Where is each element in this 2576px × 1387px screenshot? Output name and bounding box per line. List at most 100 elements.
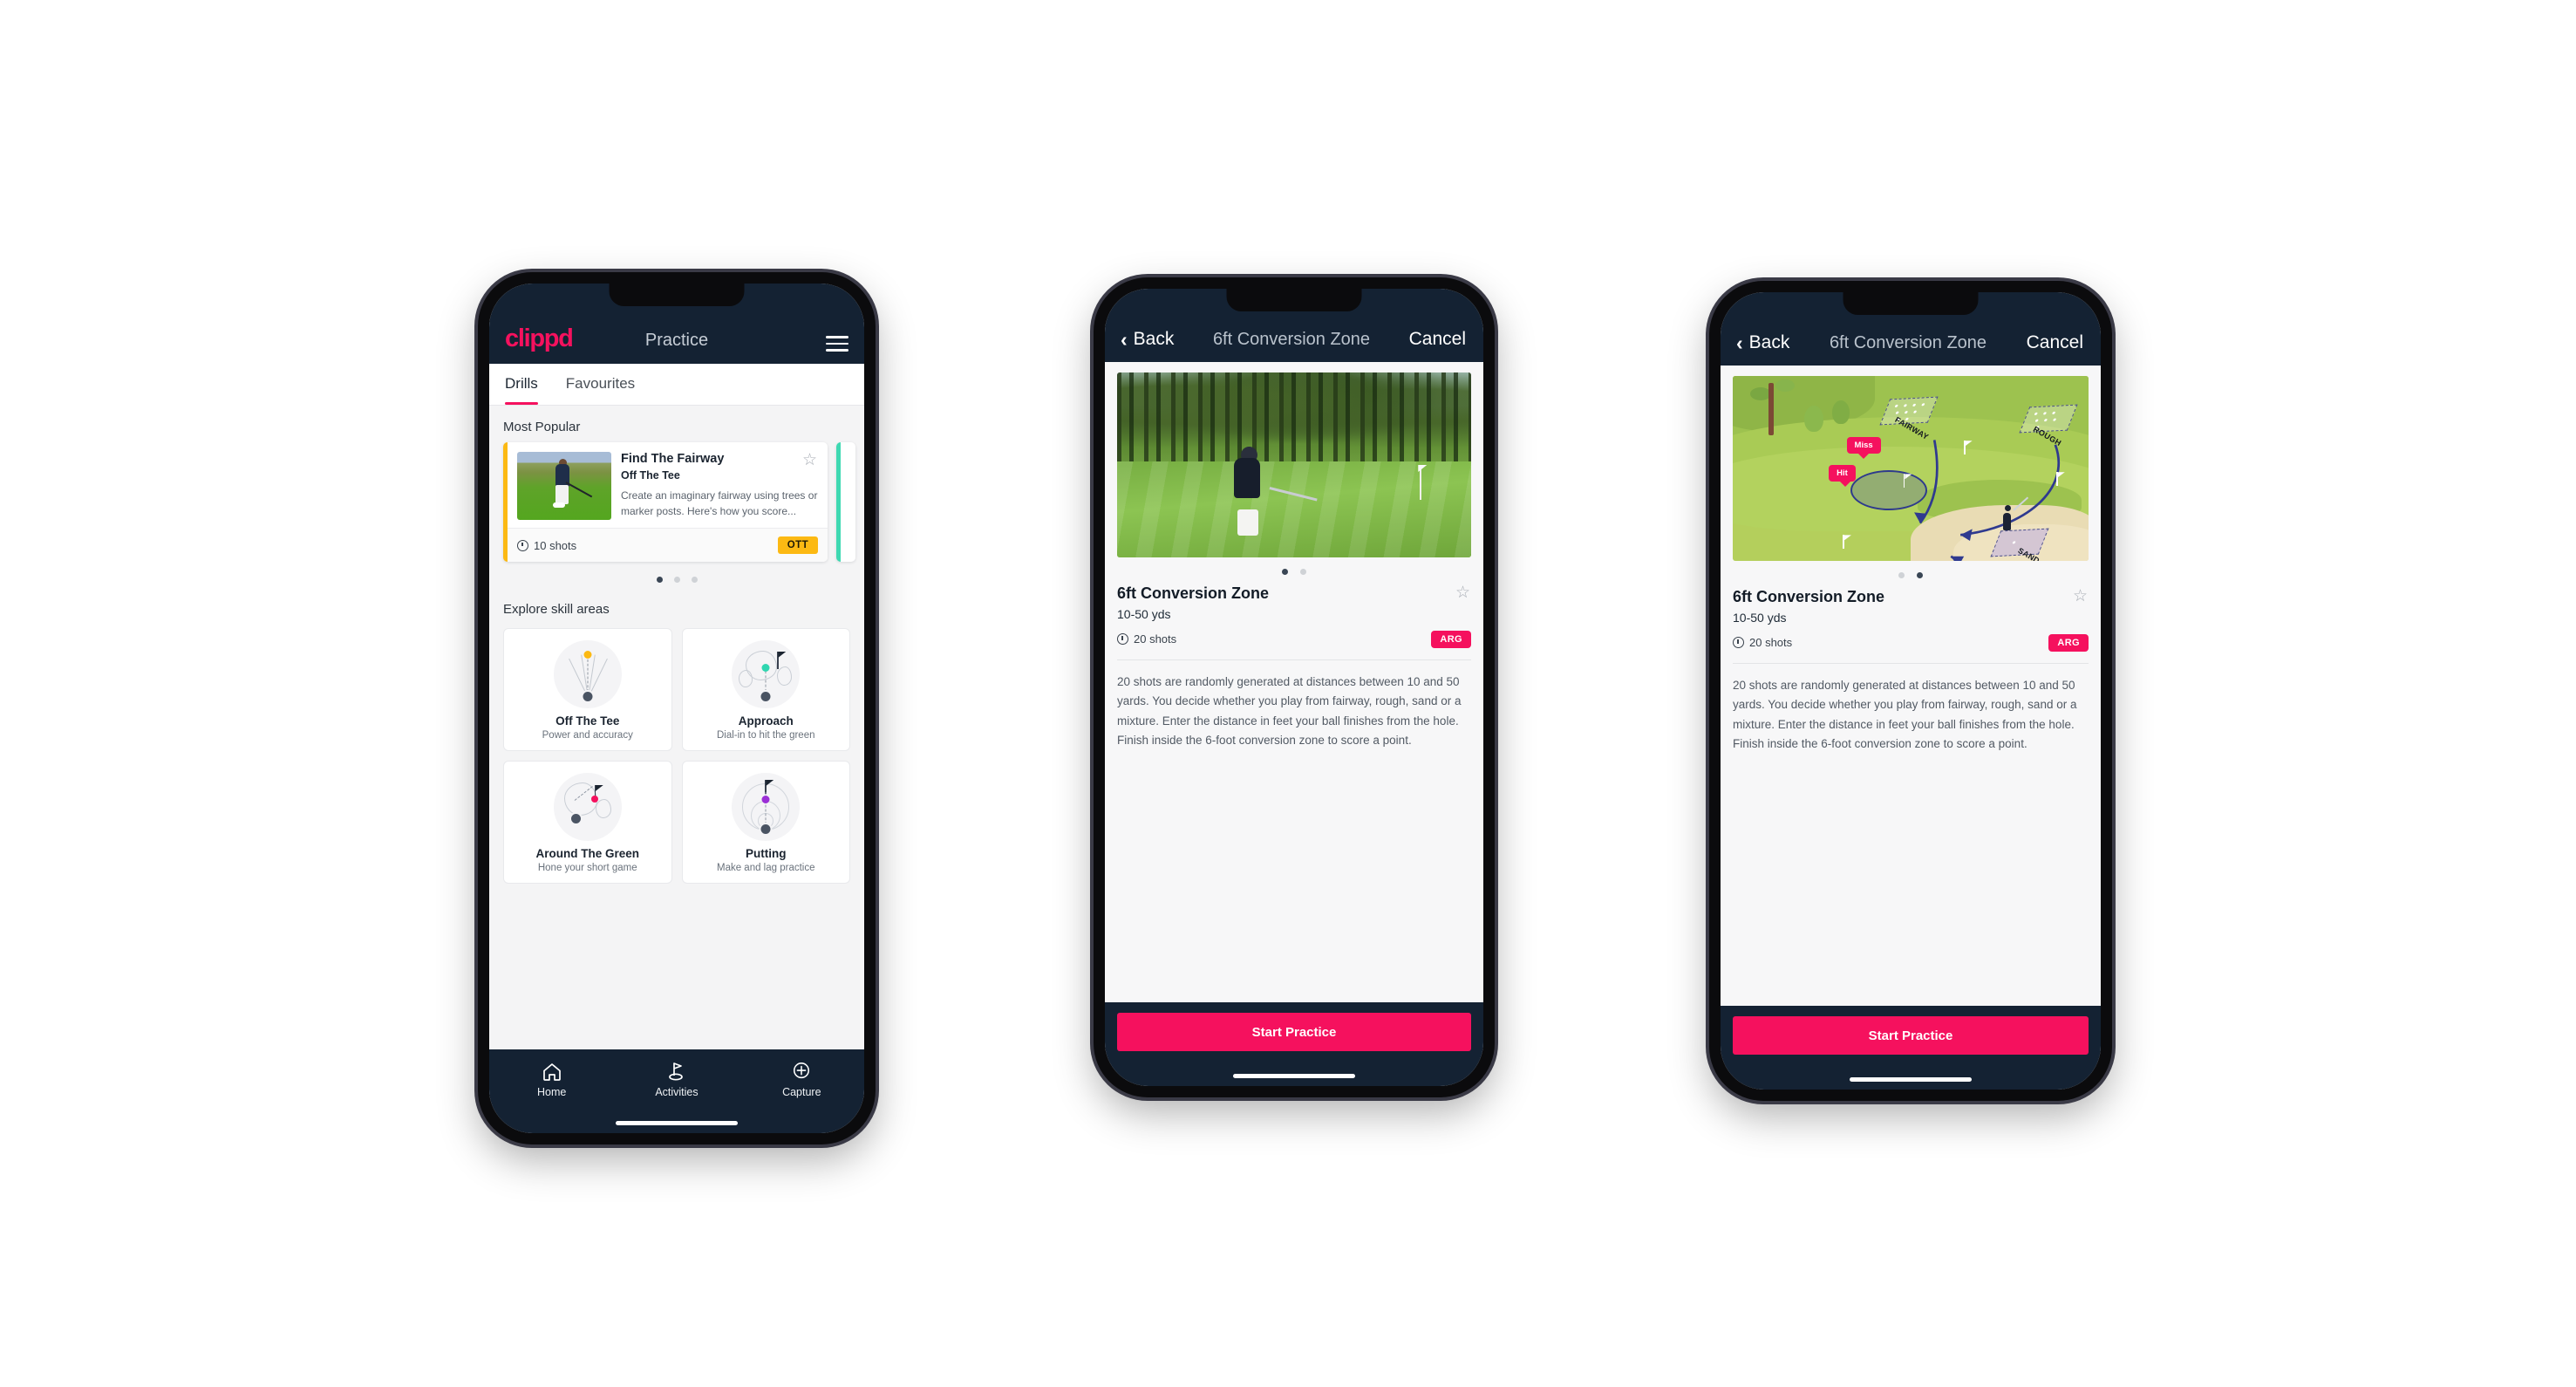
drill-shots: 10 shots xyxy=(517,539,576,552)
drill-thumbnail xyxy=(517,452,611,520)
drill-subtitle: Off The Tee xyxy=(621,469,680,482)
chevron-left-icon: ‹ xyxy=(1121,327,1128,351)
skill-name: Around The Green xyxy=(535,847,639,860)
approach-green-icon xyxy=(732,640,801,708)
nav-item-capture[interactable]: Capture xyxy=(764,1062,839,1098)
drill-carousel[interactable]: Find The Fairway Off The Tee ☆ Create an… xyxy=(489,442,864,562)
flag-icon xyxy=(1964,441,1966,455)
carousel-dot[interactable] xyxy=(656,577,663,583)
flag-icon xyxy=(2056,472,2058,487)
device-notch xyxy=(1226,289,1362,311)
carousel-dot[interactable] xyxy=(691,577,698,583)
skill-name: Approach xyxy=(738,714,794,728)
clock-icon xyxy=(517,539,528,551)
tab-drills[interactable]: Drills xyxy=(505,364,550,405)
media-carousel-dots[interactable] xyxy=(1733,561,2089,588)
nav-label: Home xyxy=(536,1086,567,1098)
tab-favourites[interactable]: Favourites xyxy=(550,364,647,405)
drill-shots-label: 10 shots xyxy=(534,538,577,552)
status-badge-ott: OTT xyxy=(777,536,818,554)
skill-desc: Power and accuracy xyxy=(542,730,633,741)
carousel-dots[interactable] xyxy=(489,562,864,588)
home-indicator xyxy=(1850,1077,1972,1082)
home-icon xyxy=(542,1063,561,1081)
skill-area-grid: Off The Tee Power and accuracy Approach … xyxy=(489,625,864,896)
drill-shots-label: 20 shots xyxy=(1134,632,1177,646)
skill-card-off-the-tee[interactable]: Off The Tee Power and accuracy xyxy=(503,628,672,751)
drill-detail-title: 6ft Conversion Zone xyxy=(1733,588,1885,605)
cta-footer: Start Practice xyxy=(1721,1006,2101,1090)
back-label: Back xyxy=(1133,329,1175,349)
star-outline-icon[interactable]: ☆ xyxy=(1455,584,1471,601)
drill-media-illustration[interactable]: FAIRWAY ROUGH SAND Miss Hit xyxy=(1733,376,2089,561)
phone-mockup-drill-detail-video: ‹ Back 6ft Conversion Zone Cancel 6ft Co… xyxy=(1094,277,1495,1097)
nav-label: Capture xyxy=(782,1086,821,1098)
device-notch xyxy=(1843,292,1979,315)
carousel-dot[interactable] xyxy=(673,577,680,583)
callout-pin-hit: Hit xyxy=(1829,464,1856,487)
cancel-button[interactable]: Cancel xyxy=(1409,329,1466,350)
drill-detail-yards: 10-50 yds xyxy=(1733,610,1787,625)
callout-pin-miss: Miss xyxy=(1846,436,1881,459)
skill-card-approach[interactable]: Approach Dial-in to hit the green xyxy=(681,628,850,751)
back-button[interactable]: ‹ Back xyxy=(1121,329,1174,350)
divider xyxy=(1117,659,1471,660)
skill-desc: Dial-in to hit the green xyxy=(716,730,815,741)
back-button[interactable]: ‹ Back xyxy=(1736,332,1789,353)
carousel-dot[interactable] xyxy=(1917,572,1923,578)
drill-detail-title: 6ft Conversion Zone xyxy=(1117,584,1270,602)
flag-icon-green xyxy=(1903,474,1905,489)
bottom-navigation: Home Activities Capture xyxy=(489,1049,864,1133)
nav-item-activities[interactable]: Activities xyxy=(639,1062,714,1098)
star-outline-icon[interactable]: ☆ xyxy=(2072,588,2089,605)
phone-mockup-drill-detail-diagram: ‹ Back 6ft Conversion Zone Cancel FAIRWA… xyxy=(1709,281,2112,1101)
drill-detail-yards: 10-50 yds xyxy=(1117,606,1171,621)
tab-bar: Drills Favourites xyxy=(489,364,864,406)
media-carousel-dots[interactable] xyxy=(1117,557,1471,584)
clock-icon xyxy=(1117,633,1128,646)
skill-desc: Make and lag practice xyxy=(716,863,815,873)
plus-circle-icon xyxy=(794,1062,810,1079)
section-label-explore: Explore skill areas xyxy=(503,602,610,617)
drill-media-video[interactable] xyxy=(1117,372,1471,557)
nav-label: Activities xyxy=(655,1086,699,1098)
status-badge-arg: ARG xyxy=(1431,630,1471,648)
around-green-icon xyxy=(553,773,622,841)
carousel-dot[interactable] xyxy=(1300,569,1306,575)
chevron-left-icon: ‹ xyxy=(1736,331,1743,354)
hamburger-icon[interactable] xyxy=(826,336,848,352)
home-indicator xyxy=(616,1121,738,1125)
device-notch xyxy=(609,284,745,306)
drill-card[interactable]: Find The Fairway Off The Tee ☆ Create an… xyxy=(503,442,828,562)
skill-card-putting[interactable]: Putting Make and lag practice xyxy=(681,761,850,884)
star-outline-icon[interactable]: ☆ xyxy=(801,452,818,468)
nav-title: 6ft Conversion Zone xyxy=(1212,330,1371,349)
tee-fan-icon xyxy=(553,640,622,708)
carousel-dot[interactable] xyxy=(1282,569,1288,575)
nav-title: 6ft Conversion Zone xyxy=(1829,333,1987,352)
putting-rings-icon xyxy=(732,773,801,841)
clippd-logo[interactable]: clippd xyxy=(505,326,574,352)
drill-title: Find The Fairway xyxy=(621,452,725,466)
screenshot-stage: clippd Practice Drills Favourites Most P… xyxy=(0,0,2576,1387)
drill-detail-shots: 20 shots xyxy=(1733,636,1792,649)
skill-name: Putting xyxy=(746,847,787,860)
phone-mockup-practice-list: clippd Practice Drills Favourites Most P… xyxy=(478,272,876,1144)
practice-scroll-body: Most Popular Find The Fairway Off The Te… xyxy=(489,406,864,1049)
skill-desc: Hone your short game xyxy=(537,863,637,873)
home-indicator xyxy=(1233,1074,1355,1078)
drill-description: Create an imaginary fairway using trees … xyxy=(621,489,818,517)
skill-name: Off The Tee xyxy=(555,714,620,728)
flag-icon xyxy=(1843,535,1844,550)
start-practice-button[interactable]: Start Practice xyxy=(1117,1013,1471,1051)
nav-item-home[interactable]: Home xyxy=(515,1062,589,1098)
start-practice-button[interactable]: Start Practice xyxy=(1733,1016,2089,1055)
cancel-button[interactable]: Cancel xyxy=(2027,332,2083,353)
section-label-most-popular: Most Popular xyxy=(503,420,581,434)
carousel-dot[interactable] xyxy=(1898,572,1905,578)
drill-shots-label: 20 shots xyxy=(1749,636,1793,650)
skill-card-around-the-green[interactable]: Around The Green Hone your short game xyxy=(503,761,672,884)
drill-detail-shots: 20 shots xyxy=(1117,632,1176,646)
drill-card-next-peek[interactable] xyxy=(836,442,855,562)
drill-detail-description: 20 shots are randomly generated at dista… xyxy=(1117,674,1462,748)
